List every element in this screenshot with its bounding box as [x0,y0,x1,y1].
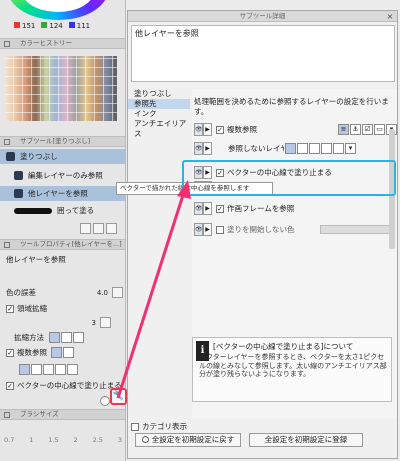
arrow-shaft [116,191,186,399]
annotation-arrow [116,180,191,399]
arrow-head [177,180,191,199]
